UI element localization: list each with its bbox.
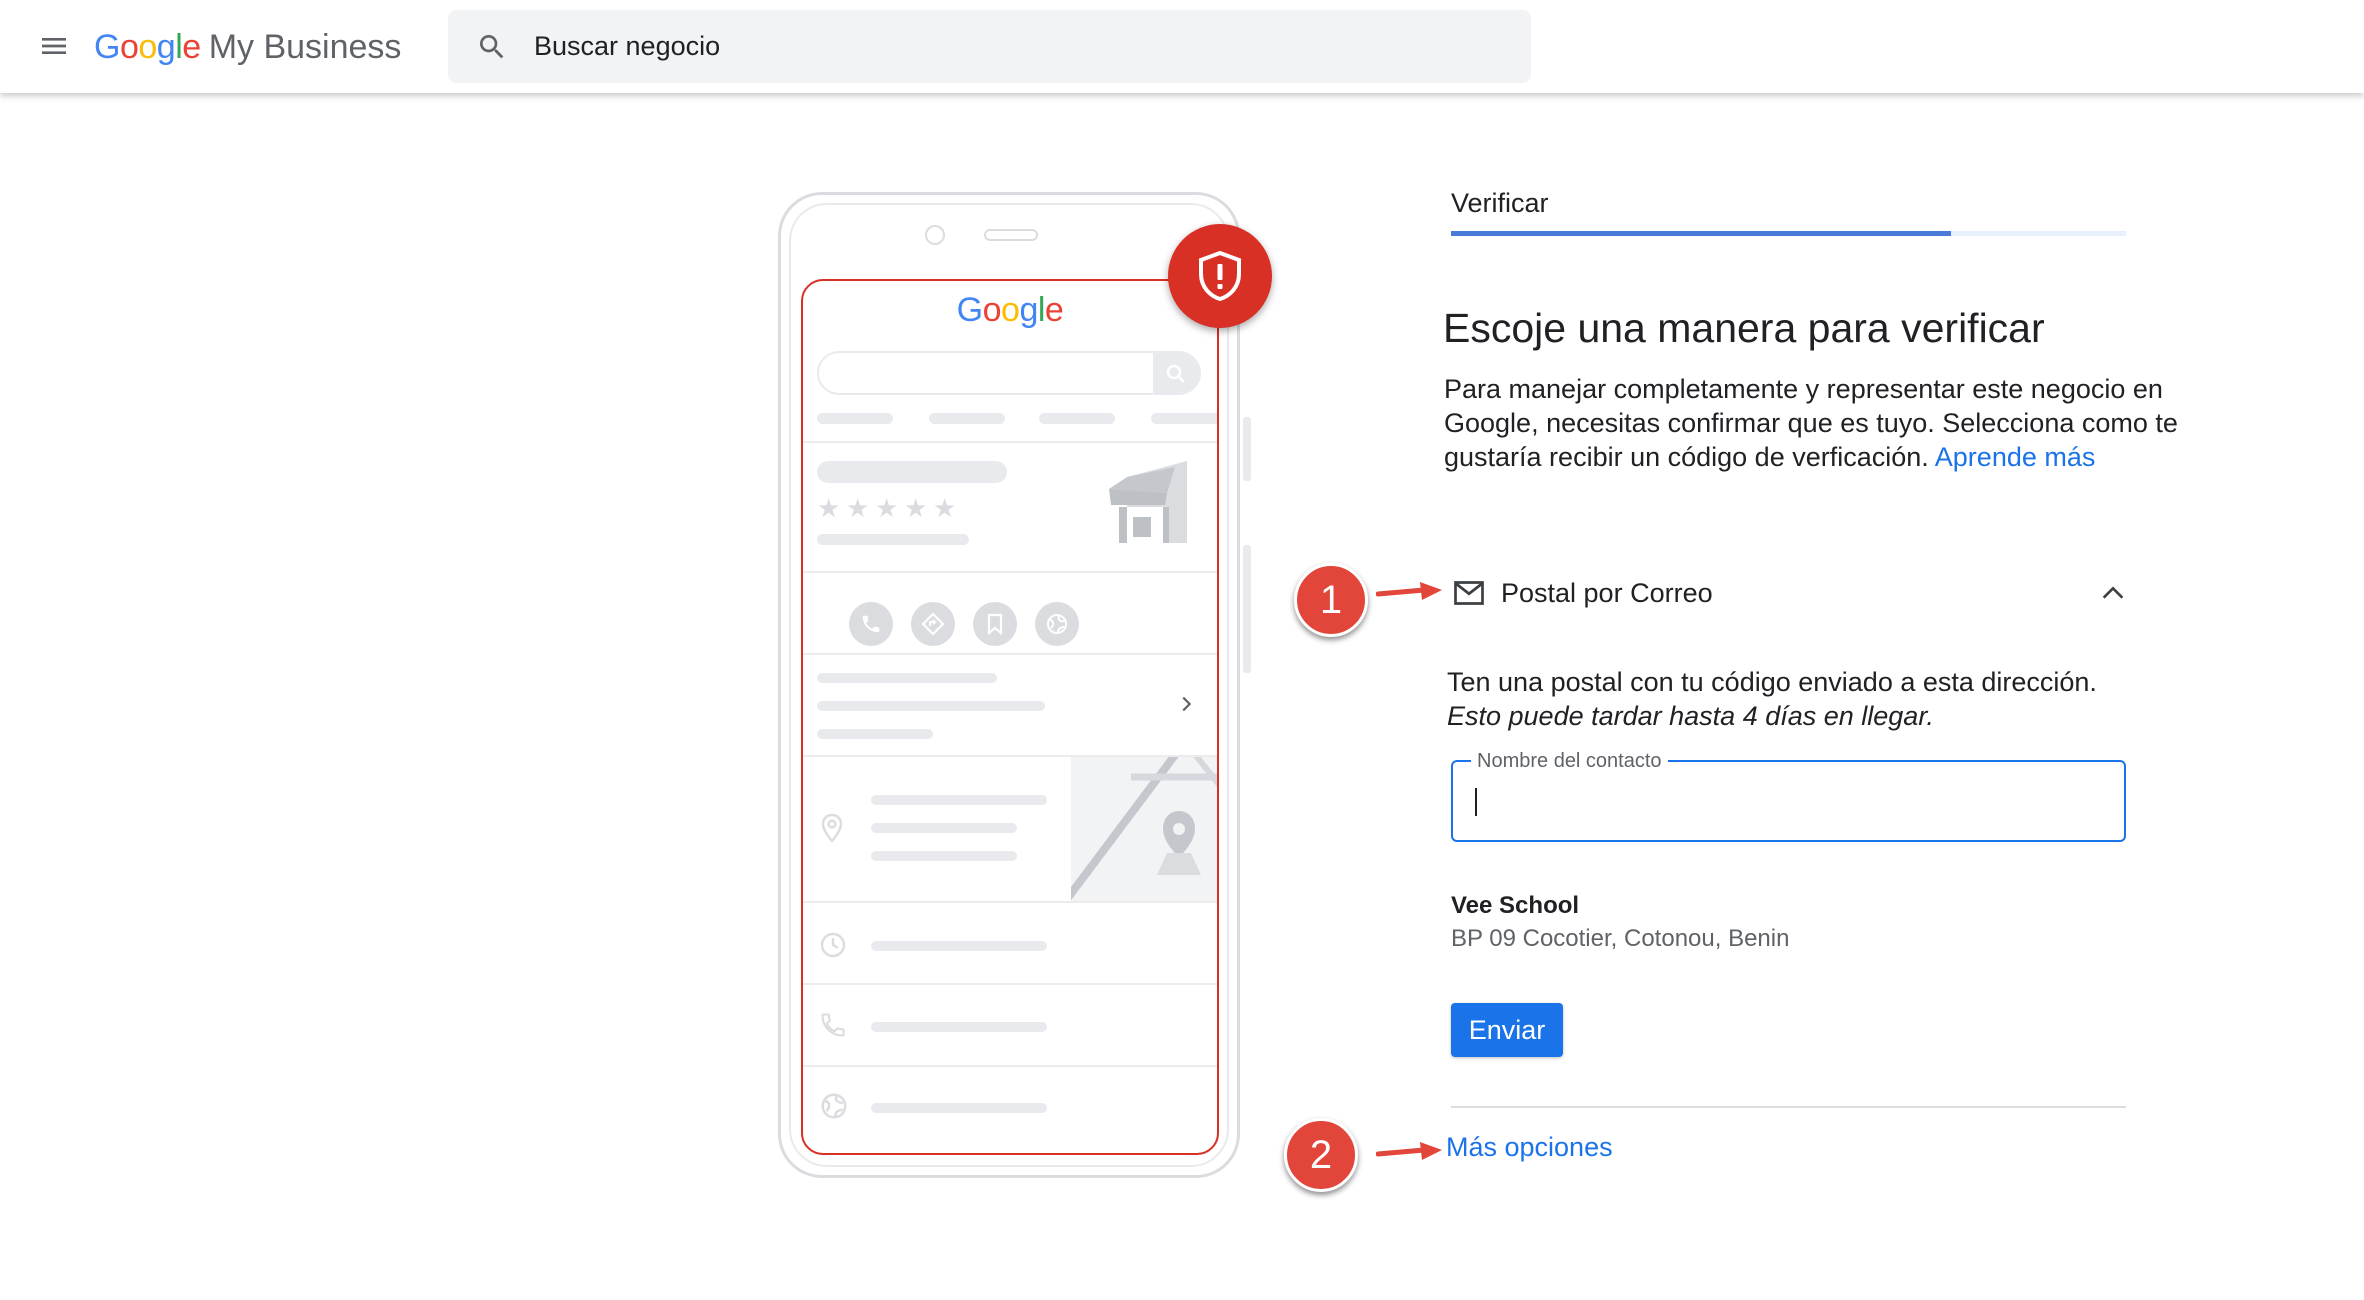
phone-side-button bbox=[1243, 545, 1251, 673]
progress-bar bbox=[1451, 231, 2126, 236]
top-app-bar: Google My Business bbox=[0, 0, 2364, 93]
placeholder-bar bbox=[871, 1022, 1047, 1032]
placeholder-bar bbox=[817, 461, 1007, 483]
screen-divider bbox=[803, 1065, 1217, 1067]
location-pin-icon bbox=[821, 813, 843, 843]
postal-instructions: Ten una postal con tu código enviado a e… bbox=[1447, 665, 2147, 733]
instruction-text: Ten una postal con tu código enviado a e… bbox=[1447, 667, 2097, 697]
placeholder-bar bbox=[871, 851, 1017, 861]
star-icon: ★ bbox=[875, 493, 899, 523]
hamburger-menu-icon[interactable] bbox=[38, 30, 70, 62]
progress-fill bbox=[1451, 231, 1951, 236]
phone-glyph-icon bbox=[862, 615, 880, 633]
website-action-icon bbox=[1035, 602, 1079, 646]
star-icon: ★ bbox=[933, 493, 957, 523]
clock-icon bbox=[820, 932, 846, 958]
screen-divider bbox=[803, 983, 1217, 985]
annotation-arrow-icon bbox=[1376, 582, 1442, 600]
google-wordmark: Google bbox=[94, 27, 201, 66]
globe-icon bbox=[821, 1093, 847, 1119]
map-thumbnail bbox=[1071, 757, 1217, 903]
placeholder-bar bbox=[1039, 413, 1115, 424]
contact-name-input[interactable] bbox=[1473, 782, 2097, 824]
placeholder-bar bbox=[1151, 413, 1217, 424]
chevron-right-icon bbox=[1182, 696, 1192, 712]
business-name: Vee School bbox=[1451, 892, 1580, 919]
mail-icon bbox=[1454, 581, 1484, 605]
annotation-marker-2: 2 bbox=[1284, 1118, 1358, 1192]
placeholder-bar bbox=[817, 413, 893, 424]
contact-name-field[interactable]: Nombre del contacto bbox=[1451, 749, 2126, 842]
screen-divider bbox=[803, 441, 1217, 443]
page-title: Escoje una manera para verificar bbox=[1443, 305, 2045, 351]
storefront-icon bbox=[1109, 461, 1187, 543]
placeholder-bar bbox=[871, 795, 1047, 805]
screen-logo-text: Google bbox=[956, 291, 1064, 329]
postal-option-label: Postal por Correo bbox=[1501, 577, 1713, 608]
phone-icon bbox=[821, 1013, 845, 1037]
screen-divider bbox=[803, 653, 1217, 655]
phone-screen: Google ★ ★ ★ ★ ★ bbox=[801, 279, 1219, 1155]
star-icon: ★ bbox=[817, 493, 841, 523]
annotation-arrow-icon bbox=[1376, 1142, 1442, 1160]
phone-speaker bbox=[984, 229, 1038, 241]
shield-alert-icon bbox=[1199, 250, 1241, 302]
search-input[interactable] bbox=[532, 30, 1436, 63]
screen-divider bbox=[803, 901, 1217, 903]
business-address: BP 09 Cocotier, Cotonou, Benin bbox=[1451, 925, 1790, 952]
star-icon: ★ bbox=[846, 493, 870, 523]
placeholder-bar bbox=[871, 1103, 1047, 1113]
placeholder-bar bbox=[929, 413, 1005, 424]
intro-paragraph: Para manejar completamente y representar… bbox=[1444, 372, 2264, 474]
contact-name-label: Nombre del contacto bbox=[1471, 749, 1668, 773]
screen-divider bbox=[803, 571, 1217, 573]
annotation-marker-1: 1 bbox=[1294, 563, 1368, 637]
search-bar[interactable] bbox=[448, 10, 1531, 83]
verification-alert-badge bbox=[1168, 224, 1272, 328]
delivery-note: Esto puede tardar hasta 4 días en llegar… bbox=[1447, 701, 1934, 731]
star-icon: ★ bbox=[904, 493, 928, 523]
diamond-glyph-icon bbox=[921, 612, 945, 636]
globe-glyph-icon bbox=[1047, 614, 1067, 634]
placeholder-bar bbox=[817, 701, 1045, 711]
screen-search-field bbox=[817, 351, 1201, 395]
placeholder-bar bbox=[817, 729, 933, 739]
magnifier-icon bbox=[1166, 364, 1185, 383]
screen-search-button bbox=[1153, 353, 1199, 393]
call-action-icon bbox=[849, 602, 893, 646]
step-label: Verificar bbox=[1451, 188, 1549, 218]
more-options-link[interactable]: Más opciones bbox=[1446, 1132, 1613, 1163]
screen-google-logo: Google bbox=[803, 291, 1217, 330]
phone-illustration: Google ★ ★ ★ ★ ★ bbox=[778, 192, 1251, 1178]
phone-side-button bbox=[1243, 417, 1251, 481]
chevron-up-icon[interactable] bbox=[2097, 577, 2129, 609]
save-action-icon bbox=[973, 602, 1017, 646]
search-icon bbox=[480, 34, 504, 58]
directions-action-icon bbox=[911, 602, 955, 646]
brand-logo[interactable]: Google My Business bbox=[94, 24, 401, 70]
placeholder-bar bbox=[817, 534, 969, 545]
placeholder-bar bbox=[871, 941, 1047, 951]
section-divider bbox=[1451, 1106, 2126, 1108]
placeholder-bar bbox=[871, 823, 1017, 833]
bookmark-glyph-icon bbox=[987, 613, 1003, 635]
send-button[interactable]: Enviar bbox=[1451, 1003, 1563, 1057]
product-name: My Business bbox=[208, 27, 402, 66]
postal-option-header[interactable]: Postal por Correo bbox=[1451, 568, 2129, 618]
placeholder-bar bbox=[817, 673, 997, 683]
learn-more-link[interactable]: Aprende más bbox=[1935, 442, 2096, 472]
phone-camera bbox=[925, 225, 945, 245]
